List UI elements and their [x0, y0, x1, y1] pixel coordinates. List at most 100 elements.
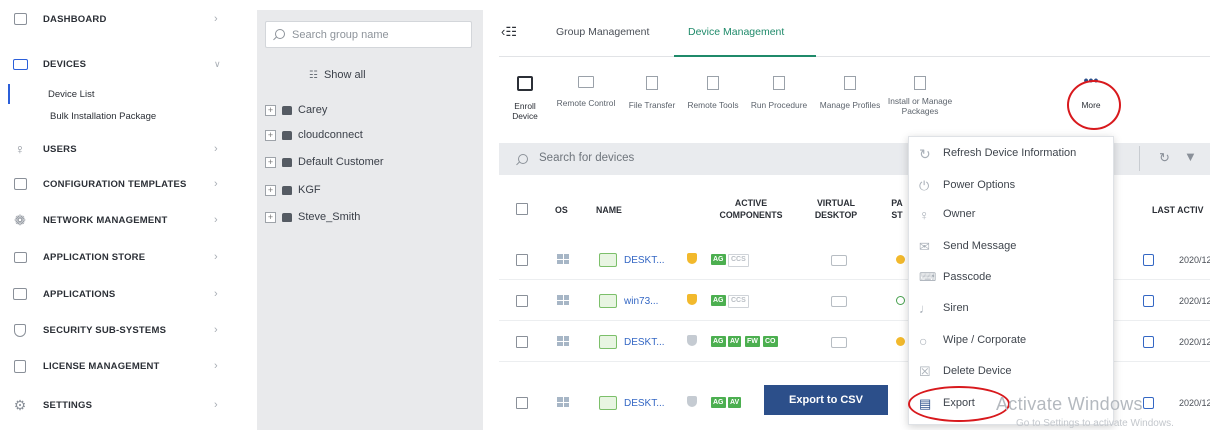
- group-icon: [282, 212, 292, 222]
- menu-item-passcode[interactable]: ⌨ Passcode: [909, 263, 1113, 291]
- remote-session-icon[interactable]: [1143, 397, 1154, 409]
- header-name[interactable]: NAME: [596, 204, 622, 216]
- nav-users[interactable]: ♀ USERS ›: [0, 134, 236, 164]
- header-virtual-desktop[interactable]: VIRTUAL DESKTOP: [811, 197, 861, 221]
- tab-device-management[interactable]: Device Management: [688, 26, 784, 38]
- store-icon: [12, 250, 28, 264]
- expand-icon[interactable]: +: [265, 129, 276, 141]
- nav-applications[interactable]: APPLICATIONS ›: [0, 279, 236, 309]
- group-item-kgf[interactable]: + KGF: [265, 181, 321, 199]
- run-procedure-button[interactable]: Run Procedure: [747, 76, 811, 136]
- file-transfer-label: File Transfer: [628, 100, 676, 110]
- group-item-label: Default Customer: [298, 156, 384, 168]
- header-os[interactable]: OS: [555, 204, 568, 216]
- header-active-components[interactable]: ACTIVE COMPONENTS: [711, 197, 791, 221]
- row-checkbox[interactable]: [516, 254, 528, 266]
- file-transfer-button[interactable]: File Transfer: [625, 76, 679, 136]
- patch-status-icon: [896, 296, 905, 305]
- menu-item-siren[interactable]: ♩ Siren: [909, 294, 1113, 322]
- enroll-device-button[interactable]: Enroll Device: [503, 76, 547, 136]
- enroll-device-label: Enroll Device: [512, 101, 538, 121]
- power-icon: ⏻: [919, 178, 930, 193]
- device-name-link[interactable]: DESKT...: [624, 255, 665, 266]
- badge-av: AV: [728, 397, 742, 408]
- group-icon: [282, 130, 292, 140]
- expand-icon[interactable]: +: [265, 156, 276, 168]
- row-checkbox[interactable]: [516, 295, 528, 307]
- install-packages-label-1: Install or Manage: [887, 96, 953, 106]
- nav-security-sub-systems[interactable]: SECURITY SUB-SYSTEMS ›: [0, 315, 236, 345]
- nav-sub-bulk-installation-label: Bulk Installation Package: [50, 110, 157, 122]
- virtual-desktop-icon[interactable]: [831, 296, 847, 307]
- nav-sub-device-list[interactable]: Device List: [8, 84, 236, 104]
- menu-item-wipe-corporate[interactable]: ○ Wipe / Corporate: [909, 326, 1113, 354]
- active-tab-underline: [674, 55, 816, 57]
- refresh-icon[interactable]: ↻: [1159, 150, 1170, 166]
- remote-session-icon[interactable]: [1143, 254, 1154, 266]
- chevron-right-icon: ›: [214, 13, 218, 25]
- device-name-link[interactable]: DESKT...: [624, 398, 665, 409]
- expand-icon[interactable]: +: [265, 211, 276, 223]
- menu-item-power-options[interactable]: ⏻ Power Options: [909, 171, 1113, 199]
- group-item-steve-smith[interactable]: + Steve_Smith: [265, 208, 360, 226]
- device-name-link[interactable]: DESKT...: [624, 337, 665, 348]
- header-last-activity[interactable]: LAST ACTIV: [1152, 204, 1203, 216]
- remote-control-label: Remote Control: [556, 98, 616, 108]
- remote-tools-button[interactable]: Remote Tools: [683, 76, 743, 136]
- collapse-tree-icon[interactable]: ‹☷: [501, 24, 517, 40]
- group-item-carey[interactable]: + Carey: [265, 101, 327, 119]
- nav-dashboard[interactable]: DASHBOARD ›: [0, 4, 236, 34]
- badge-ccs: CCS: [728, 254, 749, 267]
- header-patch-line1: PA: [891, 198, 903, 208]
- expand-icon[interactable]: +: [265, 184, 276, 196]
- row-checkbox[interactable]: [516, 397, 528, 409]
- nav-sub-bulk-installation[interactable]: Bulk Installation Package: [10, 106, 236, 126]
- menu-item-send-message[interactable]: ✉ Send Message: [909, 232, 1113, 260]
- badge-ag: AG: [711, 295, 726, 306]
- wipe-icon: ○: [919, 333, 928, 349]
- nav-application-store[interactable]: APPLICATION STORE ›: [0, 242, 236, 272]
- menu-item-refresh-device[interactable]: ↻ Refresh Device Information: [909, 139, 1113, 167]
- nav-license-management[interactable]: LICENSE MANAGEMENT ›: [0, 351, 236, 381]
- nav-devices[interactable]: DEVICES ∨: [0, 49, 236, 79]
- header-patch-status[interactable]: PA ST: [890, 197, 904, 221]
- nav-configuration-templates[interactable]: CONFIGURATION TEMPLATES ›: [0, 169, 236, 199]
- device-name-link[interactable]: win73...: [624, 296, 658, 307]
- manage-profiles-button[interactable]: Manage Profiles: [815, 76, 885, 136]
- remote-session-icon[interactable]: [1143, 336, 1154, 348]
- export-to-csv-button[interactable]: Export to CSV: [764, 385, 888, 415]
- last-activity-date: 2020/12/11: [1179, 296, 1210, 306]
- nav-network-management[interactable]: ❁ NETWORK MANAGEMENT ›: [0, 205, 236, 235]
- menu-item-delete-device[interactable]: ☒ Delete Device: [909, 357, 1113, 385]
- windows-icon: [557, 254, 569, 264]
- search-icon: [275, 29, 285, 39]
- virtual-desktop-icon[interactable]: [831, 337, 847, 348]
- header-virtual-line2: DESKTOP: [814, 210, 858, 220]
- device-monitor-icon: [599, 294, 617, 308]
- group-search-input[interactable]: Search group name: [265, 21, 472, 48]
- show-all-groups[interactable]: ☷ Show all: [309, 66, 366, 84]
- virtual-desktop-icon[interactable]: [831, 255, 847, 266]
- nav-settings[interactable]: ⚙ SETTINGS ›: [0, 390, 236, 420]
- chevron-right-icon: ›: [214, 178, 218, 190]
- last-activity-date: 2020/12/11: [1179, 255, 1210, 265]
- nav-dashboard-label: DASHBOARD: [43, 13, 107, 25]
- chevron-right-icon: ›: [214, 214, 218, 226]
- select-all-checkbox[interactable]: [516, 203, 528, 215]
- install-manage-packages-button[interactable]: Install or Manage Packages: [887, 76, 953, 136]
- remote-control-button[interactable]: Remote Control: [553, 76, 619, 136]
- group-item-default-customer[interactable]: + Default Customer: [265, 153, 384, 171]
- remote-session-icon[interactable]: [1143, 295, 1154, 307]
- badge-ccs: CCS: [728, 295, 749, 308]
- expand-icon[interactable]: +: [265, 104, 276, 116]
- applications-icon: [12, 287, 28, 301]
- tab-group-management[interactable]: Group Management: [556, 26, 649, 38]
- search-divider: [1139, 146, 1140, 171]
- filter-icon[interactable]: ▼: [1184, 149, 1197, 164]
- group-item-cloudconnect[interactable]: + cloudconnect: [265, 126, 363, 144]
- chevron-right-icon: ›: [214, 288, 218, 300]
- group-item-label: cloudconnect: [298, 129, 363, 141]
- menu-item-owner[interactable]: ♀ Owner: [909, 200, 1113, 228]
- run-procedure-icon: [773, 76, 785, 90]
- row-checkbox[interactable]: [516, 336, 528, 348]
